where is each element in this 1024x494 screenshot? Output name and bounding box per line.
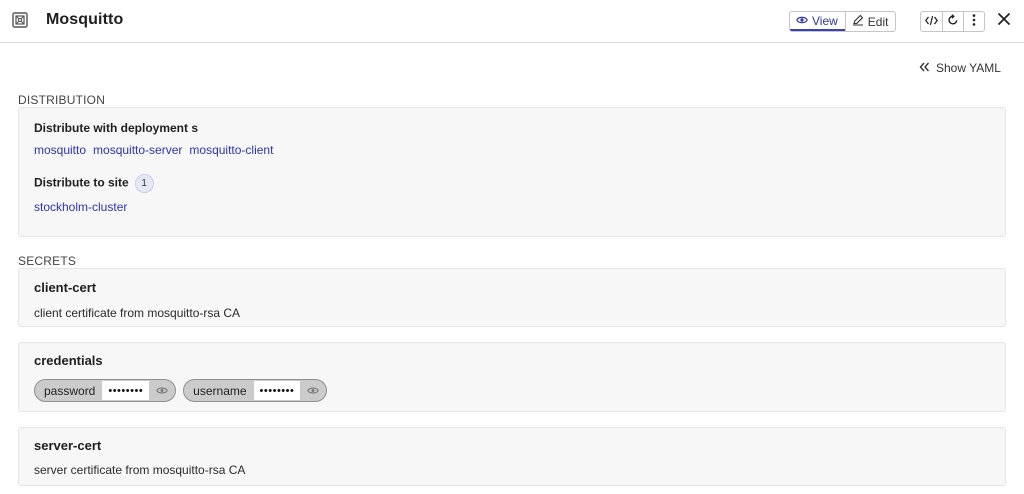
code-button[interactable] — [921, 12, 942, 31]
refresh-button[interactable] — [942, 12, 963, 31]
masked-value: •••••••• — [253, 381, 301, 400]
deployments-label: Distribute with deployment s — [34, 121, 199, 135]
secrets-section-label: SECRETS — [18, 254, 77, 268]
username-chip: username •••••••• — [183, 379, 328, 402]
show-yaml-label: Show YAML — [936, 61, 1001, 75]
secret-card: server-cert server certificate from mosq… — [18, 427, 1006, 486]
sites-field: Distribute to site 1 — [34, 174, 154, 193]
reveal-button[interactable] — [300, 380, 326, 401]
secret-name: server-cert — [34, 438, 102, 453]
code-icon — [924, 13, 939, 31]
reveal-button[interactable] — [149, 380, 175, 401]
header-tools — [920, 11, 985, 32]
pencil-icon — [852, 14, 868, 29]
secret-card: credentials password •••••••• username •… — [18, 342, 1006, 412]
distribution-section-label: DISTRIBUTION — [18, 93, 106, 107]
view-button[interactable]: View — [790, 12, 845, 31]
deployment-link[interactable]: mosquitto-client — [189, 143, 273, 157]
safe-box-icon — [11, 11, 29, 29]
eye-icon — [796, 14, 812, 28]
chip-label: username — [193, 383, 247, 398]
double-chevron-left-icon — [919, 61, 936, 75]
deployment-link[interactable]: mosquitto — [34, 143, 86, 157]
secret-name: client-cert — [34, 280, 97, 295]
eye-icon — [307, 384, 320, 398]
edit-label: Edit — [867, 14, 889, 29]
secret-description: client certificate from mosquitto-rsa CA — [34, 306, 241, 320]
sites-count-badge: 1 — [134, 174, 154, 193]
close-icon — [997, 12, 1011, 31]
page-header: Mosquitto View Edit — [0, 0, 1024, 43]
credential-chips: password •••••••• username •••••••• — [34, 379, 328, 402]
masked-value: •••••••• — [102, 381, 150, 400]
edit-button[interactable]: Edit — [844, 12, 896, 31]
eye-icon — [156, 384, 168, 398]
view-label: View — [812, 13, 838, 28]
secret-description: server certificate from mosquitto-rsa CA — [34, 463, 246, 477]
refresh-icon — [947, 13, 959, 31]
more-vertical-icon — [972, 13, 976, 31]
secret-name: credentials — [34, 353, 103, 368]
close-button[interactable] — [995, 12, 1013, 30]
sites-label: Distribute to site — [34, 175, 129, 190]
deployment-link[interactable]: mosquitto-server — [93, 143, 182, 157]
more-button[interactable] — [963, 12, 984, 31]
page-title: Mosquitto — [46, 11, 124, 28]
distribution-card: Distribute with deployment s mosquitto m… — [18, 107, 1006, 237]
chip-label: password — [44, 383, 96, 398]
view-edit-toggle: View Edit — [789, 11, 897, 32]
show-yaml-button[interactable]: Show YAML — [919, 61, 1001, 75]
password-chip: password •••••••• — [34, 379, 177, 402]
site-link[interactable]: stockholm-cluster — [34, 200, 127, 214]
secret-card: client-cert client certificate from mosq… — [18, 268, 1006, 327]
site-links: stockholm-cluster — [34, 200, 127, 214]
deployment-links: mosquitto mosquitto-server mosquitto-cli… — [34, 143, 273, 157]
